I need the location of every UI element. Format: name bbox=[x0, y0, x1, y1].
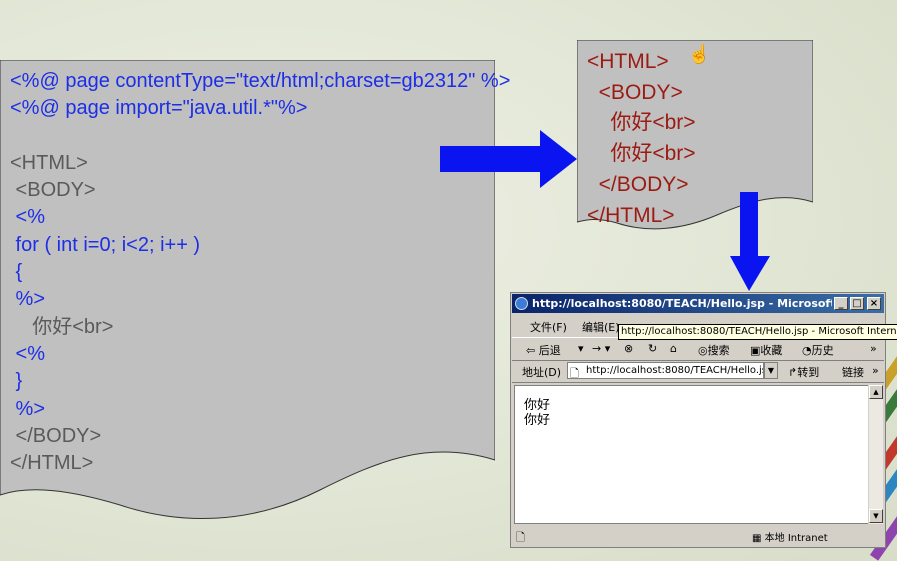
address-label: 地址(D) bbox=[522, 366, 562, 379]
favorites-button[interactable]: ▣收藏 bbox=[750, 342, 782, 358]
vertical-scrollbar[interactable]: ▲ ▼ bbox=[868, 385, 883, 524]
title-bar[interactable]: http://localhost:8080/TEACH/Hello.jsp - … bbox=[512, 294, 884, 313]
address-bar: 地址(D) http://localhost:8080/TEACH/Hello.… bbox=[512, 360, 884, 383]
code-line: %> bbox=[10, 397, 46, 420]
browser-window: http://localhost:8080/TEACH/Hello.jsp - … bbox=[510, 292, 897, 548]
go-icon: ↱ bbox=[788, 366, 798, 379]
down-arrow bbox=[730, 192, 770, 291]
code-line: } bbox=[10, 370, 23, 393]
right-arrow bbox=[440, 130, 577, 188]
code-line: <% bbox=[10, 206, 46, 229]
html-line: </BODY> bbox=[587, 172, 689, 196]
address-dropdown-icon[interactable]: ▼ bbox=[764, 362, 778, 379]
window-title: http://localhost:8080/TEACH/Hello.jsp - … bbox=[532, 297, 832, 310]
status-zone-label: 本地 Intranet bbox=[764, 533, 828, 544]
code-line: <HTML> bbox=[10, 151, 88, 174]
toolbar-more-icon[interactable]: » bbox=[870, 342, 877, 355]
toolbar: ⇦ 后退 ▾ → ▾ ⊗ ↻ ⌂ ◎搜索 ▣收藏 ◔历史 » bbox=[512, 337, 884, 361]
status-zone: ▦ 本地 Intranet bbox=[752, 529, 828, 544]
minimize-button[interactable]: _ bbox=[834, 297, 848, 310]
history-icon: ◔ bbox=[802, 344, 812, 357]
page-content: 你好 你好 bbox=[514, 385, 869, 524]
home-icon[interactable]: ⌂ bbox=[670, 342, 677, 355]
code-line: 你好<br> bbox=[10, 315, 114, 338]
history-button[interactable]: ◔历史 bbox=[802, 342, 834, 358]
html-line: </HTML> bbox=[587, 203, 675, 227]
forward-button[interactable]: → ▾ bbox=[592, 342, 610, 355]
code-line: </BODY> bbox=[10, 424, 102, 447]
search-icon: ◎ bbox=[698, 344, 708, 357]
ie-logo-icon bbox=[515, 297, 528, 310]
favorites-label: 收藏 bbox=[760, 344, 783, 357]
code-line: </HTML> bbox=[10, 452, 94, 475]
hand-pointer-icon: ☝ bbox=[688, 44, 711, 64]
html-line: <BODY> bbox=[587, 80, 683, 104]
menu-file[interactable]: 文件(F) bbox=[530, 319, 567, 335]
go-button[interactable]: ↱转到 bbox=[788, 364, 819, 380]
links-label[interactable]: 链接 bbox=[842, 364, 864, 380]
code-line: { bbox=[10, 261, 23, 284]
search-label: 搜索 bbox=[707, 344, 730, 357]
code-line: <%@ page import="java.util.*"%> bbox=[10, 97, 308, 120]
html-line: <HTML> bbox=[587, 50, 669, 73]
intranet-icon: ▦ bbox=[752, 533, 762, 544]
content-line: 你好 bbox=[524, 398, 551, 413]
jsp-code: <%@ page contentType="text/html;charset=… bbox=[10, 68, 510, 477]
jsp-source-sheet: <%@ page contentType="text/html;charset=… bbox=[0, 60, 510, 530]
scroll-down-icon[interactable]: ▼ bbox=[869, 509, 883, 523]
code-line: <BODY> bbox=[10, 179, 96, 202]
code-line: <% bbox=[10, 342, 46, 365]
back-dropdown-icon[interactable]: ▾ bbox=[578, 342, 584, 355]
code-line: %> bbox=[10, 288, 46, 311]
menu-edit[interactable]: 编辑(E) bbox=[582, 319, 620, 335]
back-button[interactable]: ⇦ 后退 bbox=[526, 342, 561, 358]
favorites-icon: ▣ bbox=[750, 344, 761, 357]
scroll-up-icon[interactable]: ▲ bbox=[869, 385, 883, 399]
code-line: <%@ page contentType="text/html;charset=… bbox=[10, 70, 511, 92]
go-label: 转到 bbox=[797, 366, 820, 379]
html-line: 你好<br> bbox=[587, 142, 696, 166]
close-button[interactable]: × bbox=[867, 297, 881, 310]
html-output-sheet: <HTML> <BODY> 你好<br> 你好<br> </BODY> </HTM… bbox=[577, 40, 813, 235]
history-label: 历史 bbox=[811, 344, 834, 357]
code-line: for ( int i=0; i<2; i++ ) bbox=[10, 233, 201, 256]
page-icon: 🗋 bbox=[570, 367, 579, 380]
page-status-icon: 🗋 bbox=[516, 531, 525, 544]
content-line: 你好 bbox=[524, 413, 551, 428]
title-tooltip: http://localhost:8080/TEACH/Hello.jsp - … bbox=[618, 324, 897, 340]
stop-icon[interactable]: ⊗ bbox=[624, 342, 633, 355]
refresh-icon[interactable]: ↻ bbox=[648, 342, 657, 355]
html-line: 你好<br> bbox=[587, 111, 696, 135]
html-code: <HTML> <BODY> 你好<br> 你好<br> </BODY> </HTM… bbox=[587, 47, 696, 231]
maximize-button[interactable]: □ bbox=[850, 297, 864, 310]
address-input[interactable]: http://localhost:8080/TEACH/Hello.jsp bbox=[567, 362, 764, 379]
links-more-icon[interactable]: » bbox=[872, 364, 879, 377]
status-bar: 🗋 ▦ 本地 Intranet bbox=[512, 527, 884, 545]
search-button[interactable]: ◎搜索 bbox=[698, 342, 730, 358]
